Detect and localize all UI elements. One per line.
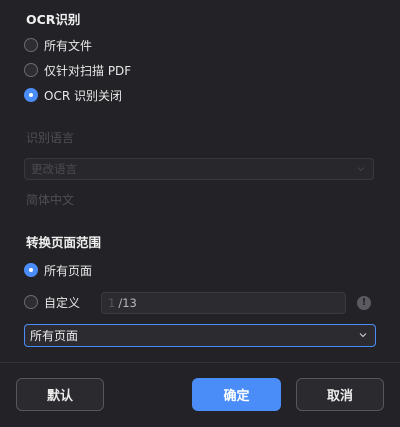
cancel-button[interactable]: 取消 (296, 378, 384, 411)
custom-page-range-input[interactable]: 1 /13 (101, 292, 346, 314)
footer-divider (0, 362, 400, 363)
page-range-section-title: 转换页面范围 (26, 235, 102, 250)
default-button[interactable]: 默认 (16, 378, 104, 411)
ocr-option-scanned-pdf[interactable]: 仅针对扫描 PDF (24, 61, 131, 79)
custom-page-total: /13 (118, 296, 137, 310)
radio-unchecked-icon[interactable] (24, 63, 38, 77)
radio-unchecked-icon[interactable] (24, 295, 38, 309)
ocr-option-all-files[interactable]: 所有文件 (24, 36, 92, 54)
ocr-settings-panel: OCR识别 所有文件 仅针对扫描 PDF OCR 识别关闭 识别语言 更改语言 … (0, 0, 400, 427)
page-range-option-all[interactable]: 所有页面 (24, 261, 92, 279)
ocr-language-label: 识别语言 (26, 131, 75, 145)
ocr-language-select-value: 更改语言 (31, 162, 77, 176)
ocr-option-off[interactable]: OCR 识别关闭 (24, 86, 122, 104)
ocr-option-label: OCR 识别关闭 (44, 88, 122, 103)
page-range-option-custom[interactable]: 自定义 (24, 293, 80, 311)
radio-checked-icon[interactable] (24, 263, 38, 277)
ocr-section-title: OCR识别 (26, 12, 81, 27)
ocr-option-label: 所有文件 (44, 38, 93, 53)
page-range-option-label: 所有页面 (44, 263, 93, 278)
radio-checked-icon[interactable] (24, 88, 38, 102)
ok-button[interactable]: 确定 (192, 378, 281, 411)
chevron-down-icon (357, 165, 365, 173)
ocr-option-label: 仅针对扫描 PDF (44, 63, 132, 78)
radio-unchecked-icon[interactable] (24, 38, 38, 52)
page-range-option-label: 自定义 (44, 295, 81, 310)
ocr-current-language: 简体中文 (26, 193, 75, 207)
custom-page-placeholder: 1 (108, 296, 116, 310)
ocr-language-select: 更改语言 (24, 158, 374, 180)
page-range-select-value: 所有页面 (30, 329, 79, 343)
chevron-down-icon (359, 331, 367, 339)
info-icon[interactable]: ! (357, 296, 371, 310)
page-range-select[interactable]: 所有页面 (24, 324, 376, 347)
